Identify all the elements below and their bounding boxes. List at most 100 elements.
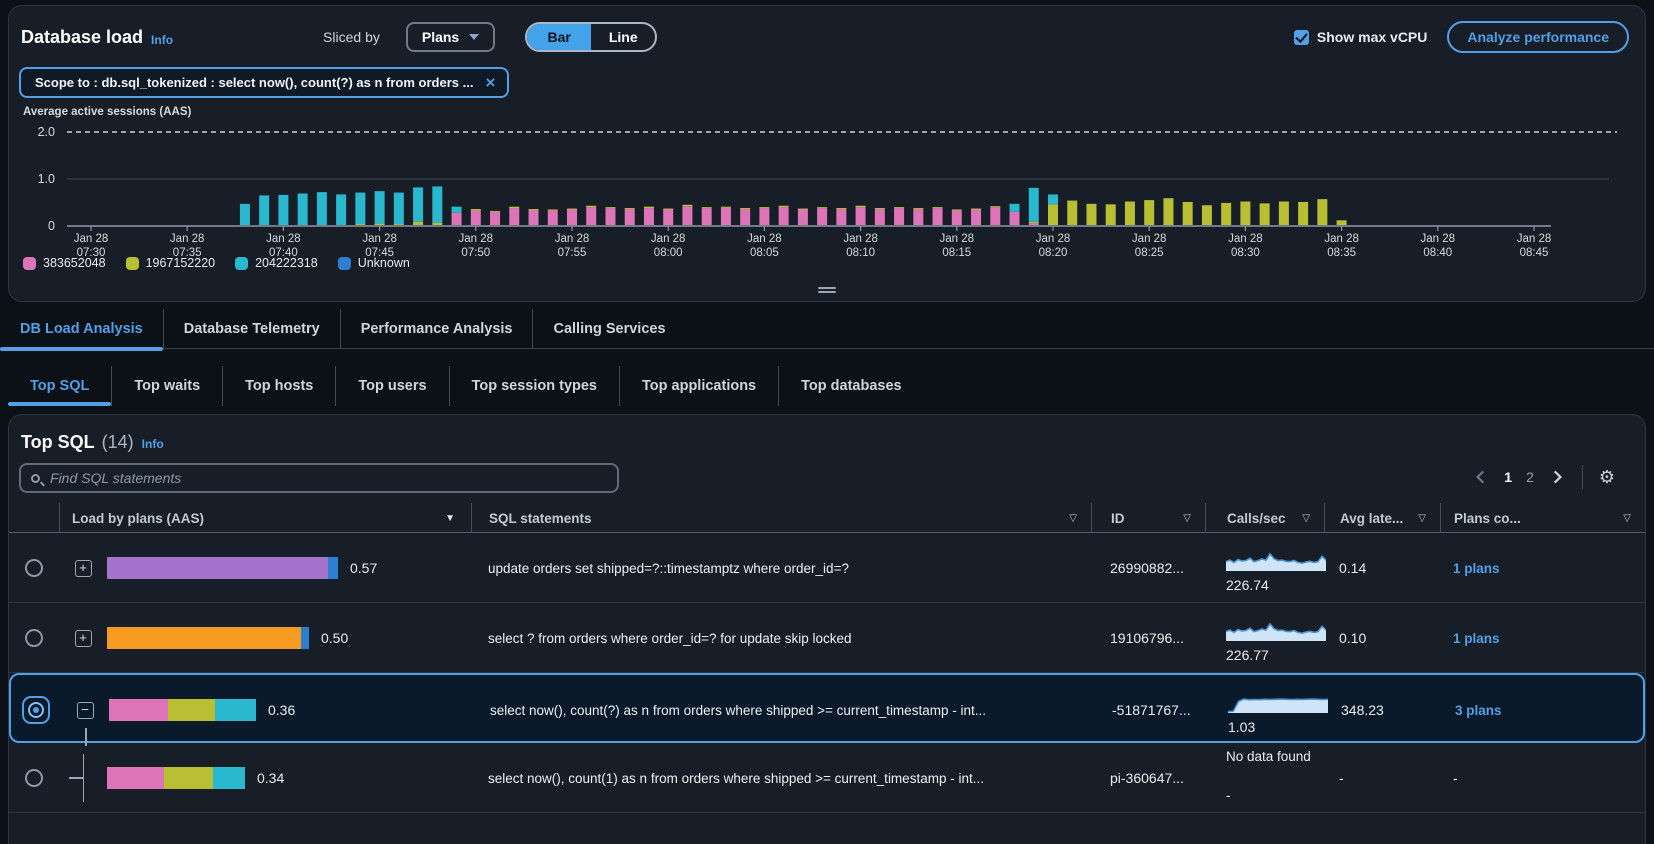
sql-statement-link[interactable]: select now(), count(1) as n from orders … [488,771,984,786]
plans-count-link[interactable]: 3 plans [1455,703,1502,718]
avg-latency: 348.23 [1326,702,1442,718]
svg-text:Jan 28: Jan 28 [555,233,590,245]
filter-icon[interactable] [1183,513,1191,524]
table-row-selected: − 0.36 select now(), count(?) as n from … [9,673,1645,743]
show-max-vcpu-checkbox[interactable]: Show max vCPU [1294,29,1427,45]
svg-text:Jan 28: Jan 28 [1517,233,1552,245]
line-toggle-button[interactable]: Line [591,24,655,50]
filter-icon[interactable] [1623,513,1631,524]
load-value: 0.34 [257,770,284,786]
toolbar-divider [1582,465,1583,489]
database-load-info-link[interactable]: Info [151,33,173,47]
row-radio[interactable] [25,559,43,577]
expand-icon[interactable]: + [75,630,92,647]
table-row: 0.34 select now(), count(1) as n from or… [9,743,1645,813]
row-radio[interactable] [25,769,43,787]
load-value: 0.57 [350,560,377,576]
plans-count-link[interactable]: 1 plans [1453,561,1500,576]
legend-swatch-icon [338,257,351,270]
calls-per-sec: 1.03 [1228,719,1326,735]
subtab-top-waits[interactable]: Top waits [111,366,222,406]
subtab-top-users[interactable]: Top users [335,366,448,406]
tab-calling-services[interactable]: Calling Services [532,309,685,349]
sql-id: pi-360647... [1091,770,1205,786]
filter-icon[interactable] [1302,513,1310,524]
top-sql-panel: Top SQL (14) Info 1 2 Load by plans (AAS… [8,414,1646,844]
top-sql-header: Top SQL (14) Info [21,431,1645,453]
search-icon [31,474,40,483]
legend-swatch-icon [126,257,139,270]
chevron-right-icon[interactable] [1548,468,1566,486]
legend-item[interactable]: 204222318 [235,256,318,270]
search-input[interactable] [48,469,607,487]
chart-y-axis-title: Average active sessions (AAS) [23,106,191,118]
svg-text:08:15: 08:15 [942,247,971,259]
svg-text:0: 0 [48,219,55,233]
sql-search-box[interactable] [19,463,619,493]
scope-chip-text: Scope to : db.sql_tokenized : select now… [35,75,473,90]
page-number-2[interactable]: 2 [1526,469,1534,485]
table-header: Load by plans (AAS) SQL statements ID Ca… [9,503,1645,533]
tab-database-telemetry[interactable]: Database Telemetry [163,309,340,349]
svg-text:Jan 28: Jan 28 [1228,233,1263,245]
close-icon[interactable] [485,74,495,91]
page-title: Database load [21,27,143,48]
table-row: + 0.50 select ? from orders where order_… [9,603,1645,673]
page-number-1[interactable]: 1 [1504,469,1512,485]
legend-item[interactable]: Unknown [338,256,410,270]
analyze-performance-button[interactable]: Analyze performance [1447,21,1629,53]
legend-item[interactable]: 1967152220 [126,256,216,270]
collapse-icon[interactable]: − [77,702,94,719]
svg-text:Jan 28: Jan 28 [843,233,878,245]
db-load-chart[interactable]: 2.01.00Jan 2807:30Jan 2807:35Jan 2807:40… [9,124,1645,264]
top-sql-info-link[interactable]: Info [142,437,164,451]
subtab-top-session-types[interactable]: Top session types [449,366,619,406]
checkbox-checked-icon[interactable] [1294,30,1309,45]
gear-icon[interactable] [1599,468,1615,486]
svg-text:08:45: 08:45 [1520,247,1549,259]
expand-icon[interactable]: + [75,560,92,577]
svg-text:08:20: 08:20 [1039,247,1068,259]
subtab-top-databases[interactable]: Top databases [778,366,923,406]
svg-text:Jan 28: Jan 28 [940,233,975,245]
sql-statement-link[interactable]: select ? from orders where order_id=? fo… [488,631,852,646]
svg-text:Jan 28: Jan 28 [362,233,397,245]
svg-text:Jan 28: Jan 28 [459,233,494,245]
plans-dropdown[interactable]: Plans [406,22,495,52]
svg-text:07:50: 07:50 [461,247,490,259]
tab-performance-analysis[interactable]: Performance Analysis [340,309,533,349]
svg-text:08:35: 08:35 [1327,247,1356,259]
column-header-id[interactable]: ID [1091,503,1205,533]
chevron-left-icon[interactable] [1472,468,1490,486]
scope-filter-chip[interactable]: Scope to : db.sql_tokenized : select now… [19,67,509,98]
svg-text:08:00: 08:00 [654,247,683,259]
row-radio[interactable] [25,629,43,647]
sql-statement-link[interactable]: update orders set shipped=?::timestamptz… [488,561,849,576]
column-header-plans-count[interactable]: Plans co... [1440,503,1645,533]
plan-tree-connector [75,754,92,802]
plans-count-link[interactable]: 1 plans [1453,631,1500,646]
column-header-load-by-plans[interactable]: Load by plans (AAS) [59,503,471,533]
legend-item[interactable]: 383652048 [23,256,106,270]
filter-icon[interactable] [1069,513,1077,524]
subtab-top-applications[interactable]: Top applications [619,366,778,406]
dimension-tabs: Top SQL Top waits Top hosts Top users To… [8,366,924,406]
calls-sparkline [1226,616,1326,642]
column-header-sql-statements[interactable]: SQL statements [471,503,1091,533]
tab-db-load-analysis[interactable]: DB Load Analysis [0,309,163,349]
calls-per-sec: 226.77 [1226,647,1324,663]
bar-toggle-button[interactable]: Bar [527,24,591,50]
column-header-avg-latency[interactable]: Avg late... [1324,503,1440,533]
load-value: 0.36 [268,702,295,718]
subtab-top-sql[interactable]: Top SQL [8,366,111,406]
calls-per-sec: 226.74 [1226,577,1324,593]
sort-desc-icon[interactable] [445,513,455,524]
calls-sparkline [1226,546,1326,572]
filter-icon[interactable] [1418,513,1426,524]
row-radio-selected[interactable] [22,696,50,724]
panel-resize-handle[interactable] [818,285,836,295]
column-header-calls-sec[interactable]: Calls/sec [1205,503,1324,533]
subtab-top-hosts[interactable]: Top hosts [222,366,335,406]
load-value: 0.50 [321,630,348,646]
sql-statement-link[interactable]: select now(), count(?) as n from orders … [490,703,986,718]
